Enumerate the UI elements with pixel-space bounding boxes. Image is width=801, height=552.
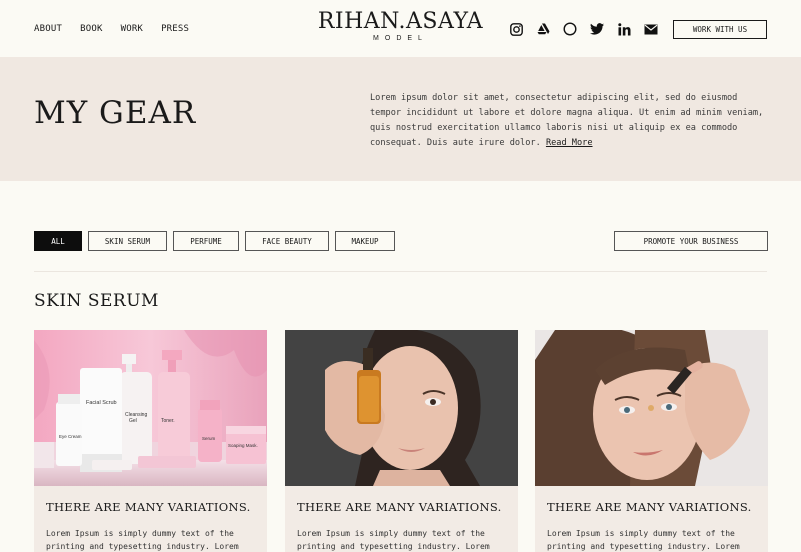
card-title: THERE ARE MANY VARIATIONS.: [46, 500, 251, 514]
category-filters: ALL SKIN SERUM PERFUME FACE BEAUTY MAKEU…: [34, 231, 395, 251]
social-links: [509, 22, 658, 36]
site-header: ABOUT BOOK WORK PRESS RIHAN.ASAYA MODEL …: [0, 0, 801, 56]
filter-skin-serum[interactable]: SKIN SERUM: [88, 231, 167, 251]
twitter-icon[interactable]: [590, 22, 604, 36]
artstation-icon[interactable]: [536, 22, 550, 36]
card-description: Lorem Ipsum is simply dummy text of the …: [46, 529, 239, 551]
card-description: Lorem Ipsum is simply dummy text of the …: [297, 529, 490, 551]
section-title: SKIN SERUM: [34, 291, 159, 311]
filter-face-beauty[interactable]: FACE BEAUTY: [245, 231, 329, 251]
svg-text:Serum: Serum: [202, 436, 216, 441]
filter-makeup[interactable]: MAKEUP: [335, 231, 395, 251]
read-more-link[interactable]: Read More: [546, 138, 593, 148]
product-image: Facial Scrub Cleansing Gel Toner. Eye Cr…: [34, 330, 267, 486]
svg-text:Facial Scrub: Facial Scrub: [86, 400, 117, 406]
promote-business-button[interactable]: PROMOTE YOUR BUSINESS: [614, 231, 768, 251]
instagram-icon[interactable]: [509, 22, 523, 36]
linkedin-icon[interactable]: [617, 22, 631, 36]
card-title: THERE ARE MANY VARIATIONS.: [297, 500, 502, 514]
circle-icon[interactable]: [563, 22, 577, 36]
hero-section: MY GEAR Lorem ipsum dolor sit amet, cons…: [0, 57, 801, 181]
section-divider: [34, 271, 767, 272]
hero-description: Lorem ipsum dolor sit amet, consectetur …: [370, 91, 765, 151]
product-card[interactable]: THERE ARE MANY VARIATIONS. Lorem Ipsum i…: [285, 330, 518, 552]
filter-all[interactable]: ALL: [34, 231, 82, 251]
svg-text:Eye Cream: Eye Cream: [59, 434, 82, 439]
card-title: THERE ARE MANY VARIATIONS.: [547, 500, 752, 514]
svg-text:Toner.: Toner.: [161, 418, 175, 424]
page-title: MY GEAR: [34, 95, 197, 131]
work-with-us-button[interactable]: WORK WITH US: [673, 20, 767, 39]
product-card[interactable]: THERE ARE MANY VARIATIONS. Lorem Ipsum i…: [535, 330, 768, 552]
svg-text:Gel: Gel: [129, 418, 137, 424]
filter-perfume[interactable]: PERFUME: [173, 231, 239, 251]
card-description: Lorem Ipsum is simply dummy text of the …: [547, 529, 740, 551]
mail-icon[interactable]: [644, 22, 658, 36]
product-image: [285, 330, 518, 486]
product-card[interactable]: Facial Scrub Cleansing Gel Toner. Eye Cr…: [34, 330, 267, 552]
svg-text:Soaping Mask.: Soaping Mask.: [228, 443, 258, 448]
product-image: [535, 330, 768, 486]
